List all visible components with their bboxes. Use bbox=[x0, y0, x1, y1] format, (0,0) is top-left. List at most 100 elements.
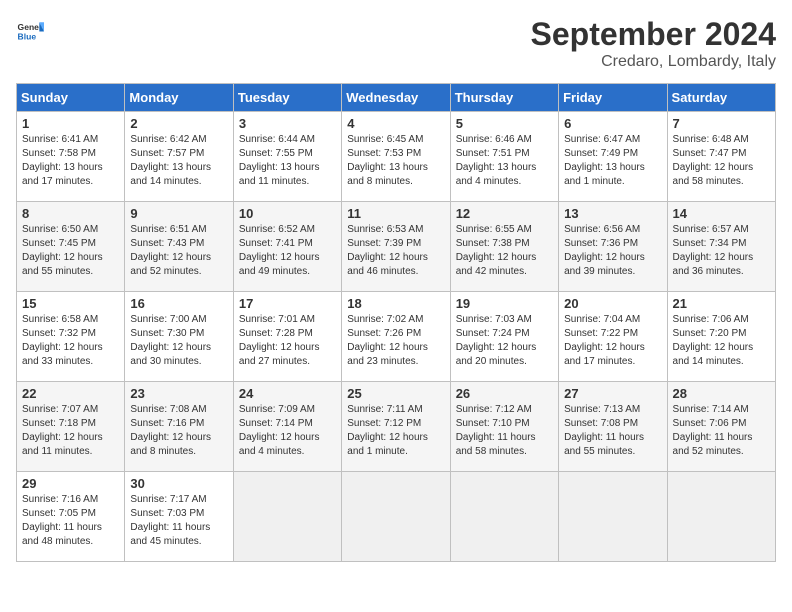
day-info: Sunrise: 6:52 AMSunset: 7:41 PMDaylight:… bbox=[239, 223, 336, 279]
day-number: 4 bbox=[347, 116, 444, 131]
day-number: 23 bbox=[130, 386, 227, 401]
day-number: 29 bbox=[22, 476, 119, 491]
day-number: 26 bbox=[456, 386, 553, 401]
day-cell-27: 27 Sunrise: 7:13 AMSunset: 7:08 PMDayligh… bbox=[559, 382, 667, 472]
calendar-week-5: 29 Sunrise: 7:16 AMSunset: 7:05 PMDayligh… bbox=[17, 472, 776, 562]
day-cell-2: 2 Sunrise: 6:42 AMSunset: 7:57 PMDaylight… bbox=[125, 112, 233, 202]
day-info: Sunrise: 7:14 AMSunset: 7:06 PMDaylight:… bbox=[673, 403, 770, 459]
day-cell-29: 29 Sunrise: 7:16 AMSunset: 7:05 PMDayligh… bbox=[17, 472, 125, 562]
calendar-week-1: 1 Sunrise: 6:41 AMSunset: 7:58 PMDaylight… bbox=[17, 112, 776, 202]
header-saturday: Saturday bbox=[667, 84, 775, 112]
day-cell-7: 7Sunrise: 6:48 AMSunset: 7:47 PMDaylight… bbox=[667, 112, 775, 202]
day-cell-22: 22Sunrise: 7:07 AMSunset: 7:18 PMDayligh… bbox=[17, 382, 125, 472]
day-number: 1 bbox=[22, 116, 119, 131]
day-cell-4: 4 Sunrise: 6:45 AMSunset: 7:53 PMDaylight… bbox=[342, 112, 450, 202]
day-info: Sunrise: 6:42 AMSunset: 7:57 PMDaylight:… bbox=[130, 133, 227, 189]
day-number: 8 bbox=[22, 206, 119, 221]
day-cell-13: 13 Sunrise: 6:56 AMSunset: 7:36 PMDayligh… bbox=[559, 202, 667, 292]
day-info: Sunrise: 6:47 AMSunset: 7:49 PMDaylight:… bbox=[564, 133, 661, 189]
day-info: Sunrise: 6:53 AMSunset: 7:39 PMDaylight:… bbox=[347, 223, 444, 279]
day-cell-14: 14Sunrise: 6:57 AMSunset: 7:34 PMDayligh… bbox=[667, 202, 775, 292]
empty-cell bbox=[450, 472, 558, 562]
day-number: 27 bbox=[564, 386, 661, 401]
title-location: Credaro, Lombardy, Italy bbox=[531, 53, 776, 71]
day-number: 3 bbox=[239, 116, 336, 131]
day-cell-28: 28 Sunrise: 7:14 AMSunset: 7:06 PMDayligh… bbox=[667, 382, 775, 472]
day-info: Sunrise: 6:57 AMSunset: 7:34 PMDaylight:… bbox=[673, 223, 770, 279]
day-number: 20 bbox=[564, 296, 661, 311]
day-info: Sunrise: 6:46 AMSunset: 7:51 PMDaylight:… bbox=[456, 133, 553, 189]
header-sunday: Sunday bbox=[17, 84, 125, 112]
day-info: Sunrise: 7:11 AMSunset: 7:12 PMDaylight:… bbox=[347, 403, 444, 459]
day-info: Sunrise: 7:13 AMSunset: 7:08 PMDaylight:… bbox=[564, 403, 661, 459]
day-info: Sunrise: 7:01 AMSunset: 7:28 PMDaylight:… bbox=[239, 313, 336, 369]
day-info: Sunrise: 6:51 AMSunset: 7:43 PMDaylight:… bbox=[130, 223, 227, 279]
day-cell-6: 6 Sunrise: 6:47 AMSunset: 7:49 PMDaylight… bbox=[559, 112, 667, 202]
day-cell-23: 23 Sunrise: 7:08 AMSunset: 7:16 PMDayligh… bbox=[125, 382, 233, 472]
day-info: Sunrise: 7:09 AMSunset: 7:14 PMDaylight:… bbox=[239, 403, 336, 459]
day-info: Sunrise: 7:17 AMSunset: 7:03 PMDaylight:… bbox=[130, 493, 227, 549]
day-cell-10: 10 Sunrise: 6:52 AMSunset: 7:41 PMDayligh… bbox=[233, 202, 341, 292]
day-number: 25 bbox=[347, 386, 444, 401]
header-monday: Monday bbox=[125, 84, 233, 112]
day-number: 19 bbox=[456, 296, 553, 311]
day-info: Sunrise: 7:12 AMSunset: 7:10 PMDaylight:… bbox=[456, 403, 553, 459]
day-number: 6 bbox=[564, 116, 661, 131]
day-cell-19: 19Sunrise: 7:03 AMSunset: 7:24 PMDayligh… bbox=[450, 292, 558, 382]
day-number: 30 bbox=[130, 476, 227, 491]
calendar-week-3: 15Sunrise: 6:58 AMSunset: 7:32 PMDayligh… bbox=[17, 292, 776, 382]
day-cell-24: 24Sunrise: 7:09 AMSunset: 7:14 PMDayligh… bbox=[233, 382, 341, 472]
day-number: 10 bbox=[239, 206, 336, 221]
day-info: Sunrise: 7:04 AMSunset: 7:22 PMDaylight:… bbox=[564, 313, 661, 369]
day-number: 2 bbox=[130, 116, 227, 131]
day-number: 7 bbox=[673, 116, 770, 131]
day-info: Sunrise: 6:45 AMSunset: 7:53 PMDaylight:… bbox=[347, 133, 444, 189]
header-thursday: Thursday bbox=[450, 84, 558, 112]
logo: General Blue bbox=[16, 16, 44, 44]
day-cell-17: 17 Sunrise: 7:01 AMSunset: 7:28 PMDayligh… bbox=[233, 292, 341, 382]
day-number: 21 bbox=[673, 296, 770, 311]
day-cell-20: 20 Sunrise: 7:04 AMSunset: 7:22 PMDayligh… bbox=[559, 292, 667, 382]
day-info: Sunrise: 6:44 AMSunset: 7:55 PMDaylight:… bbox=[239, 133, 336, 189]
day-info: Sunrise: 7:00 AMSunset: 7:30 PMDaylight:… bbox=[130, 313, 227, 369]
day-cell-21: 21 Sunrise: 7:06 AMSunset: 7:20 PMDayligh… bbox=[667, 292, 775, 382]
day-number: 18 bbox=[347, 296, 444, 311]
empty-cell bbox=[233, 472, 341, 562]
calendar-week-4: 22Sunrise: 7:07 AMSunset: 7:18 PMDayligh… bbox=[17, 382, 776, 472]
day-info: Sunrise: 7:02 AMSunset: 7:26 PMDaylight:… bbox=[347, 313, 444, 369]
day-cell-15: 15Sunrise: 6:58 AMSunset: 7:32 PMDayligh… bbox=[17, 292, 125, 382]
day-cell-30: 30 Sunrise: 7:17 AMSunset: 7:03 PMDayligh… bbox=[125, 472, 233, 562]
empty-cell bbox=[667, 472, 775, 562]
day-number: 22 bbox=[22, 386, 119, 401]
day-info: Sunrise: 7:08 AMSunset: 7:16 PMDaylight:… bbox=[130, 403, 227, 459]
day-cell-11: 11Sunrise: 6:53 AMSunset: 7:39 PMDayligh… bbox=[342, 202, 450, 292]
day-number: 28 bbox=[673, 386, 770, 401]
day-cell-26: 26 Sunrise: 7:12 AMSunset: 7:10 PMDayligh… bbox=[450, 382, 558, 472]
day-cell-1: 1 Sunrise: 6:41 AMSunset: 7:58 PMDaylight… bbox=[17, 112, 125, 202]
day-number: 16 bbox=[130, 296, 227, 311]
day-number: 9 bbox=[130, 206, 227, 221]
header-friday: Friday bbox=[559, 84, 667, 112]
day-cell-16: 16 Sunrise: 7:00 AMSunset: 7:30 PMDayligh… bbox=[125, 292, 233, 382]
empty-cell bbox=[342, 472, 450, 562]
day-info: Sunrise: 7:06 AMSunset: 7:20 PMDaylight:… bbox=[673, 313, 770, 369]
day-cell-3: 3 Sunrise: 6:44 AMSunset: 7:55 PMDaylight… bbox=[233, 112, 341, 202]
day-info: Sunrise: 6:41 AMSunset: 7:58 PMDaylight:… bbox=[22, 133, 119, 189]
day-number: 15 bbox=[22, 296, 119, 311]
logo-icon: General Blue bbox=[16, 16, 44, 44]
day-info: Sunrise: 6:56 AMSunset: 7:36 PMDaylight:… bbox=[564, 223, 661, 279]
day-number: 5 bbox=[456, 116, 553, 131]
header-wednesday: Wednesday bbox=[342, 84, 450, 112]
day-cell-12: 12 Sunrise: 6:55 AMSunset: 7:38 PMDayligh… bbox=[450, 202, 558, 292]
day-info: Sunrise: 6:55 AMSunset: 7:38 PMDaylight:… bbox=[456, 223, 553, 279]
day-info: Sunrise: 7:16 AMSunset: 7:05 PMDaylight:… bbox=[22, 493, 119, 549]
day-cell-5: 5 Sunrise: 6:46 AMSunset: 7:51 PMDaylight… bbox=[450, 112, 558, 202]
day-number: 12 bbox=[456, 206, 553, 221]
day-number: 17 bbox=[239, 296, 336, 311]
calendar-table: SundayMondayTuesdayWednesdayThursdayFrid… bbox=[16, 83, 776, 562]
day-cell-9: 9 Sunrise: 6:51 AMSunset: 7:43 PMDaylight… bbox=[125, 202, 233, 292]
day-number: 13 bbox=[564, 206, 661, 221]
page-header: General Blue September 2024 Credaro, Lom… bbox=[16, 16, 776, 71]
title-block: September 2024 Credaro, Lombardy, Italy bbox=[531, 16, 776, 71]
day-cell-18: 18 Sunrise: 7:02 AMSunset: 7:26 PMDayligh… bbox=[342, 292, 450, 382]
